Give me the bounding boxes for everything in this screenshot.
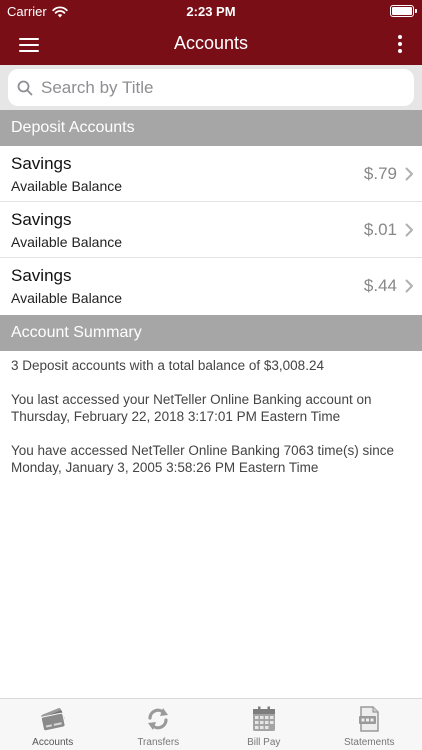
tab-bill-pay[interactable]: Bill Pay <box>211 699 317 750</box>
credit-cards-icon <box>40 708 66 732</box>
account-balance: $.79 <box>363 164 397 183</box>
search-icon <box>17 80 33 95</box>
account-subtitle: Available Balance <box>11 234 123 250</box>
account-row[interactable]: Savings Available Balance $.44 <box>0 258 422 314</box>
pdf-document-icon <box>359 706 379 732</box>
summary-total-balance: 3 Deposit accounts with a total balance … <box>11 358 324 373</box>
battery-icon <box>390 5 417 17</box>
summary-access-count: You have accessed NetTeller Online Banki… <box>11 443 394 475</box>
account-summary: 3 Deposit accounts with a total balance … <box>11 357 411 493</box>
deposit-accounts-header: Deposit Accounts <box>0 110 422 146</box>
app-header: Carrier 2:23 PM Accounts <box>0 0 422 65</box>
tab-label: Bill Pay <box>247 737 281 748</box>
chevron-right-icon <box>405 167 413 181</box>
search-bar <box>0 65 422 110</box>
calendar-icon <box>252 706 275 731</box>
account-subtitle: Available Balance <box>11 290 123 306</box>
tab-bar: Accounts Transfers Bill Pay Statements <box>0 698 422 750</box>
status-bar: Carrier 2:23 PM <box>0 0 422 22</box>
tab-label: Statements <box>343 737 395 748</box>
search-box[interactable] <box>8 69 414 106</box>
chevron-right-icon <box>405 279 413 293</box>
account-balance: $.44 <box>363 276 397 295</box>
chevron-right-icon <box>405 223 413 237</box>
more-options-icon[interactable] <box>386 30 414 58</box>
tab-transfers[interactable]: Transfers <box>106 699 212 750</box>
transfer-arrows-icon <box>148 708 169 730</box>
search-input[interactable] <box>41 77 401 98</box>
account-name: Savings <box>11 266 72 285</box>
nav-bar: Accounts <box>0 22 422 65</box>
tab-label: Accounts <box>32 737 74 748</box>
hamburger-menu-icon[interactable] <box>14 30 44 58</box>
account-name: Savings <box>11 210 72 229</box>
account-subtitle: Available Balance <box>11 178 123 194</box>
status-time: 2:23 PM <box>186 4 236 19</box>
tab-statements[interactable]: Statements <box>317 699 422 750</box>
summary-last-access: You last accessed your NetTeller Online … <box>11 392 372 424</box>
account-row[interactable]: Savings Available Balance $.79 <box>0 146 422 202</box>
account-name: Savings <box>11 154 72 173</box>
account-row[interactable]: Savings Available Balance $.01 <box>0 202 422 258</box>
tab-label: Transfers <box>137 737 180 748</box>
page-title: Accounts <box>173 33 249 53</box>
tab-accounts[interactable]: Accounts <box>0 699 106 750</box>
account-balance: $.01 <box>363 220 397 239</box>
account-summary-header: Account Summary <box>0 315 422 351</box>
